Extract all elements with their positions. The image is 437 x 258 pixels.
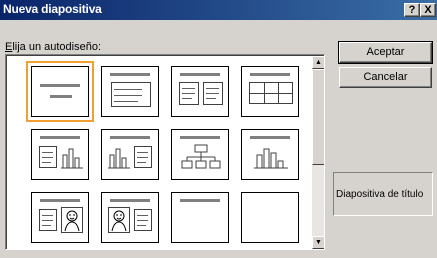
layout-clip-art-and-text[interactable] [101, 192, 159, 243]
org-chart-icon [181, 144, 221, 169]
title-bar[interactable]: Nueva diapositiva ? X [0, 0, 437, 20]
layout-table[interactable] [241, 66, 299, 117]
window-title: Nueva diapositiva [3, 2, 102, 16]
scroll-down-button[interactable]: ▼ [312, 236, 324, 249]
ok-button[interactable]: Aceptar [338, 41, 433, 64]
scroll-up-button[interactable]: ▲ [312, 56, 324, 69]
clip-art-icon [61, 207, 83, 233]
gallery-scrollbar[interactable]: ▲ ▼ [312, 56, 324, 249]
layout-organization-chart[interactable] [171, 129, 229, 180]
clip-art-icon [108, 207, 130, 233]
layout-prompt-label: Elija un autodiseño: [5, 41, 101, 53]
prompt-text: lija un autodiseño: [12, 41, 102, 53]
close-button[interactable]: X [420, 3, 436, 17]
layout-bulleted-list[interactable] [101, 66, 159, 117]
layout-title-only[interactable] [171, 192, 229, 243]
layout-gallery: ▲ ▼ [5, 54, 325, 250]
layout-text-and-chart[interactable] [31, 129, 89, 180]
layout-blank[interactable] [241, 192, 299, 243]
layout-two-column-text[interactable] [171, 66, 229, 117]
bar-chart-icon [61, 148, 83, 169]
layout-description: Diapositiva de título [333, 172, 433, 216]
bar-chart-icon [108, 148, 130, 169]
help-button[interactable]: ? [404, 3, 420, 17]
scroll-thumb[interactable] [312, 69, 324, 165]
bar-chart-icon [254, 148, 288, 169]
layout-title-slide[interactable] [26, 61, 94, 122]
cancel-button[interactable]: Cancelar [339, 67, 432, 88]
layout-chart-and-text[interactable] [101, 129, 159, 180]
layout-text-and-clip-art[interactable] [31, 192, 89, 243]
layout-chart[interactable] [241, 129, 299, 180]
